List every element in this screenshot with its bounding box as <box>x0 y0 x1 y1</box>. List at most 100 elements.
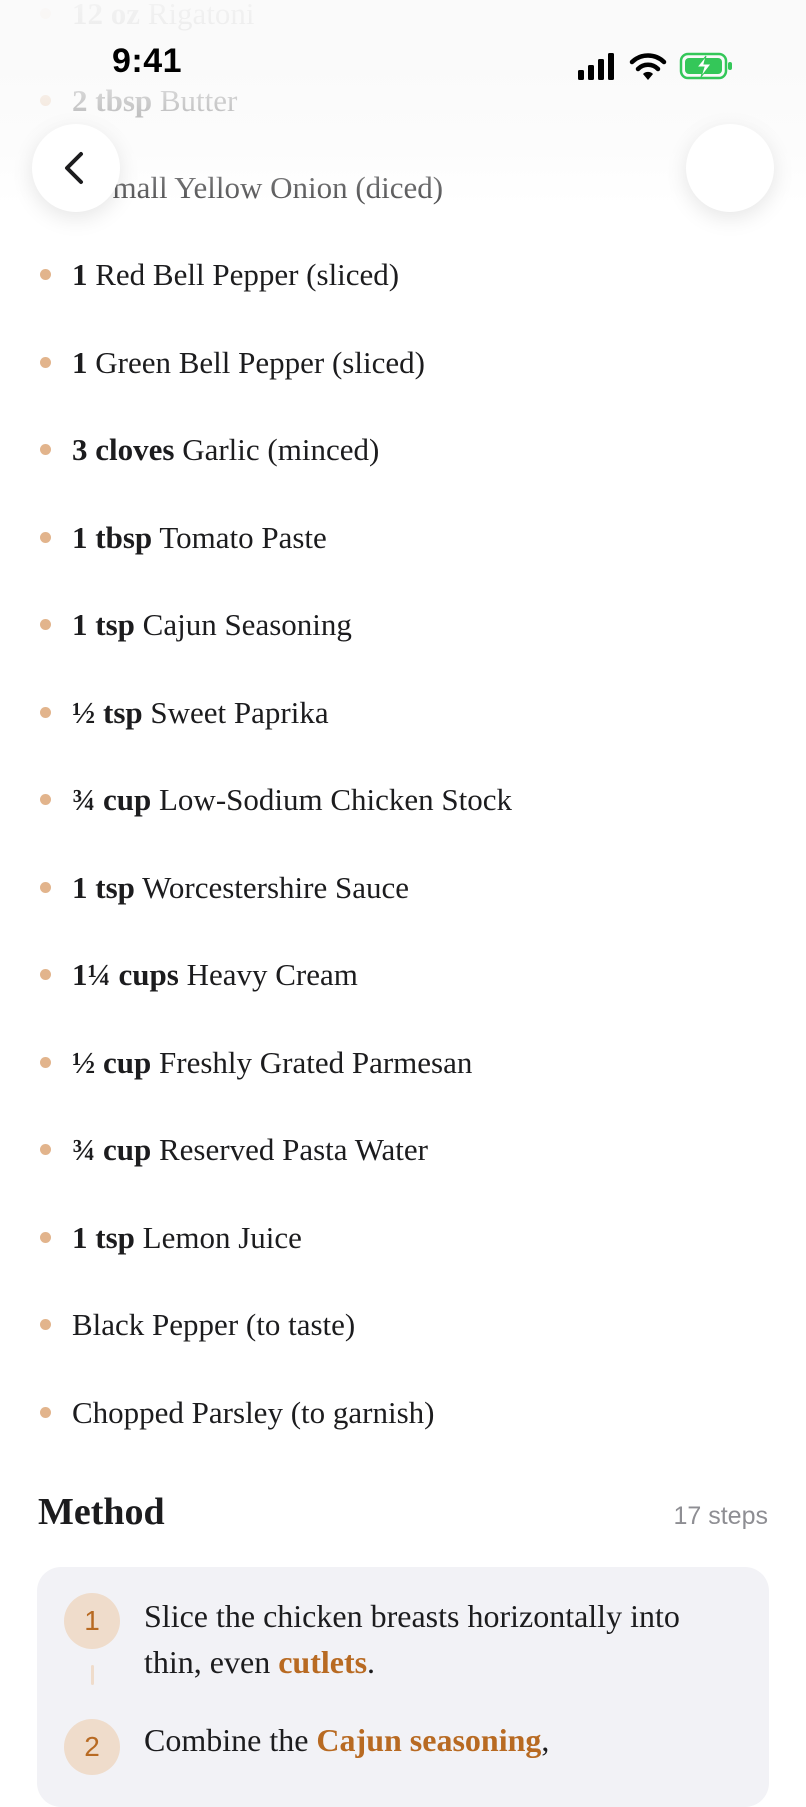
ingredient-name: Green Bell Pepper (sliced) <box>95 345 425 380</box>
nav-action-button[interactable] <box>686 124 774 212</box>
ingredient-text: ¾ cup Low-Sodium Chicken Stock <box>72 770 512 830</box>
ingredient-quantity: 1 <box>72 345 88 380</box>
step-number-badge: 2 <box>64 1719 120 1775</box>
ingredient-text: ½ cup Freshly Grated Parmesan <box>72 1033 472 1093</box>
ingredient-item: 1 tsp Worcestershire Sauce <box>0 858 806 918</box>
battery-charging-icon <box>679 52 732 80</box>
ingredient-quantity: 1 tsp <box>72 870 135 905</box>
ingredient-quantity: 1 tsp <box>72 1220 135 1255</box>
step-text-after: . <box>367 1644 376 1680</box>
ingredient-quantity: 3 cloves <box>72 432 175 467</box>
ingredient-name: Cajun Seasoning <box>142 607 352 642</box>
ingredient-text: ½ tsp Sweet Paprika <box>72 683 329 743</box>
method-steps-card: 1 Slice the chicken breasts horizontally… <box>37 1567 769 1807</box>
ingredient-item: 1 Green Bell Pepper (sliced) <box>0 333 806 393</box>
status-time: 9:41 <box>112 42 183 80</box>
bullet-icon <box>40 1407 51 1418</box>
bullet-icon <box>40 532 51 543</box>
ingredient-text: 1 tsp Worcestershire Sauce <box>72 858 409 918</box>
ingredient-name: Freshly Grated Parmesan <box>159 1045 473 1080</box>
ingredient-name: Small Yellow Onion (diced) <box>95 170 444 205</box>
ingredient-text: 1 Red Bell Pepper (sliced) <box>72 245 399 305</box>
ingredient-name: Black Pepper (to taste) <box>72 1307 356 1342</box>
ingredient-item: Black Pepper (to taste) <box>0 1295 806 1355</box>
bullet-icon <box>40 8 51 19</box>
ingredient-item: ½ cup Freshly Grated Parmesan <box>0 1033 806 1093</box>
ingredient-text: 1 tsp Cajun Seasoning <box>72 595 352 655</box>
bullet-icon <box>40 357 51 368</box>
step-text-before: Combine the <box>144 1722 317 1758</box>
bullet-icon <box>40 1144 51 1155</box>
ingredient-name: Butter <box>159 83 238 118</box>
ingredient-name: Reserved Pasta Water <box>159 1132 428 1167</box>
back-button[interactable] <box>32 124 120 212</box>
ingredient-name: Rigatoni <box>147 0 255 31</box>
bullet-icon <box>40 1232 51 1243</box>
ingredient-item: ¾ cup Reserved Pasta Water <box>0 1120 806 1180</box>
ingredient-text: 12 oz Rigatoni <box>72 0 255 44</box>
ingredient-text: 1 Small Yellow Onion (diced) <box>72 158 443 218</box>
bullet-icon <box>40 1319 51 1330</box>
ingredient-item: 3 cloves Garlic (minced) <box>0 420 806 480</box>
ingredient-quantity: ¾ cup <box>72 1132 152 1167</box>
bullet-icon <box>40 95 51 106</box>
step-text-before: Slice the chicken breasts horizontally i… <box>144 1598 680 1680</box>
ingredient-item: 1¼ cups Heavy Cream <box>0 945 806 1005</box>
step-count: 17 steps <box>673 1502 768 1530</box>
ingredient-text: Chopped Parsley (to garnish) <box>72 1383 434 1443</box>
ingredient-quantity: 12 oz <box>72 0 141 31</box>
ingredient-name: Garlic (minced) <box>182 432 380 467</box>
ingredient-text: 3 cloves Garlic (minced) <box>72 420 379 480</box>
ingredient-quantity: 1 tbsp <box>72 520 153 555</box>
ingredient-name: Lemon Juice <box>142 1220 302 1255</box>
ingredient-item: ¾ cup Low-Sodium Chicken Stock <box>0 770 806 830</box>
ingredient-item: 12 oz Rigatoni <box>0 0 806 44</box>
ingredient-text: 1 tsp Lemon Juice <box>72 1208 302 1268</box>
cellular-signal-icon <box>578 53 614 80</box>
step-text: Combine the Cajun seasoning, <box>144 1717 744 1763</box>
step-text: Slice the chicken breasts horizontally i… <box>144 1593 744 1685</box>
bullet-icon <box>40 444 51 455</box>
chevron-left-icon <box>65 152 83 184</box>
bullet-icon <box>40 794 51 805</box>
step-number-badge: 1 <box>64 1593 120 1649</box>
ingredient-name: Low-Sodium Chicken Stock <box>159 782 513 817</box>
ingredient-item: ½ tsp Sweet Paprika <box>0 683 806 743</box>
bullet-icon <box>40 269 51 280</box>
ingredient-quantity: 1¼ cups <box>72 957 179 992</box>
status-icons <box>576 50 736 82</box>
ingredient-quantity: ¾ cup <box>72 782 152 817</box>
bullet-icon <box>40 882 51 893</box>
ingredient-quantity: 1 tsp <box>72 607 135 642</box>
ingredient-name: Heavy Cream <box>186 957 358 992</box>
step-link-cutlets[interactable]: cutlets <box>278 1644 367 1680</box>
step-text-after: , <box>541 1722 550 1758</box>
ingredient-name: Red Bell Pepper (sliced) <box>95 257 400 292</box>
method-heading: Method <box>38 1491 165 1533</box>
ingredient-name: Worcestershire Sauce <box>142 870 409 905</box>
wifi-icon <box>629 53 667 80</box>
step-link-cajun-seasoning[interactable]: Cajun seasoning <box>316 1722 541 1758</box>
ingredient-quantity: 1 <box>72 257 88 292</box>
ingredient-item: 1 tsp Cajun Seasoning <box>0 595 806 655</box>
ingredient-name: Sweet Paprika <box>150 695 329 730</box>
ingredient-text: ¾ cup Reserved Pasta Water <box>72 1120 428 1180</box>
ingredient-quantity: ½ cup <box>72 1045 152 1080</box>
ingredient-item: Chopped Parsley (to garnish) <box>0 1383 806 1443</box>
ingredient-text: 1 tbsp Tomato Paste <box>72 508 327 568</box>
ingredient-quantity: 2 tbsp <box>72 83 153 118</box>
ingredient-item: 1 tbsp Tomato Paste <box>0 508 806 568</box>
ingredient-item: 1 Red Bell Pepper (sliced) <box>0 245 806 305</box>
ingredient-item: 1 tsp Lemon Juice <box>0 1208 806 1268</box>
ingredient-text: 1 Green Bell Pepper (sliced) <box>72 333 425 393</box>
ingredient-name: Chopped Parsley (to garnish) <box>72 1395 435 1430</box>
step-connector-line <box>91 1665 94 1685</box>
bullet-icon <box>40 969 51 980</box>
bullet-icon <box>40 1057 51 1068</box>
ingredient-name: Tomato Paste <box>159 520 327 555</box>
ingredient-text: Black Pepper (to taste) <box>72 1295 355 1355</box>
ingredient-text: 1¼ cups Heavy Cream <box>72 945 358 1005</box>
bullet-icon <box>40 707 51 718</box>
ingredient-quantity: ½ tsp <box>72 695 143 730</box>
bullet-icon <box>40 619 51 630</box>
